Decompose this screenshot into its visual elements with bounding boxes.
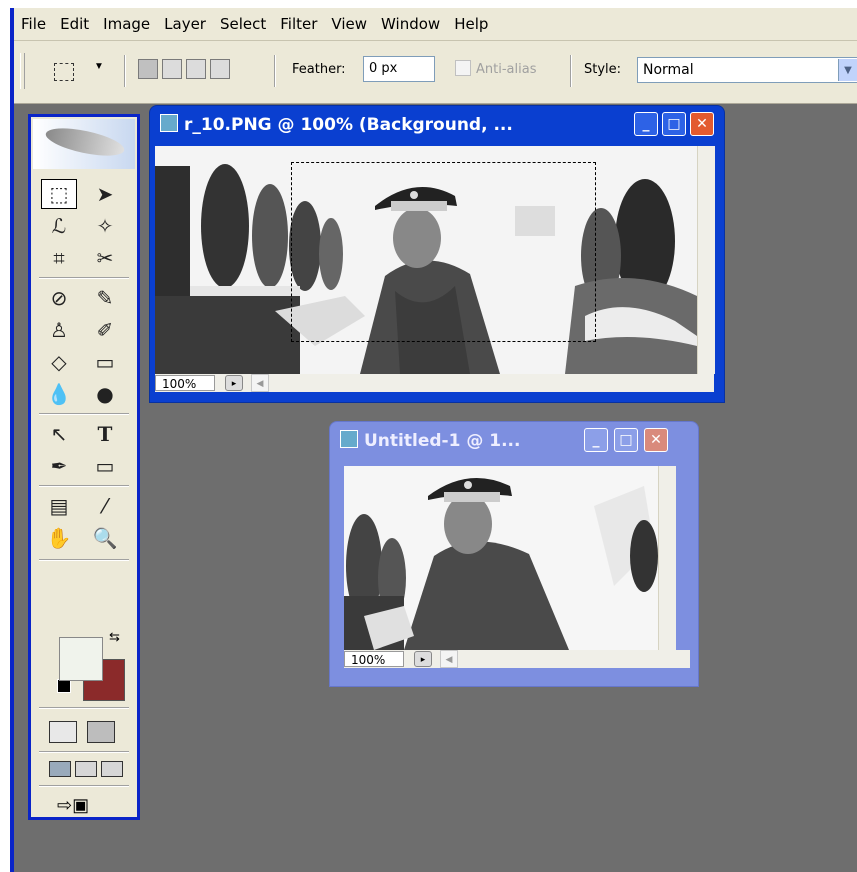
menu-edit[interactable]: Edit [53,15,96,33]
marquee-tool-preset-icon[interactable] [54,63,74,81]
toolbox-separator [39,785,129,787]
style-select-value: Normal [643,62,694,78]
toolbox-separator [39,751,129,753]
type-tool-icon[interactable]: T [87,419,123,449]
marquee-selection[interactable] [291,162,596,342]
zoom-level-field[interactable]: 100% [344,651,404,667]
document-title-bar[interactable]: Untitled-1 @ 1... [340,430,520,451]
document-title: Untitled-1 @ 1... [364,431,521,451]
document-icon [160,114,178,132]
standard-screen-mode-button[interactable] [49,761,71,777]
foreground-color-swatch[interactable] [59,637,103,681]
history-brush-tool-icon[interactable]: ✐ [87,315,123,345]
anti-alias-label: Anti-alias [476,62,537,77]
dodge-tool-icon[interactable]: ● [87,379,123,409]
document-title: r_10.PNG @ 100% (Background, ... [184,115,513,135]
toolbox: ⬚ ➤ ℒ ✧ ⌗ ✂ ⊘ ✎ ♙ ✐ ◇ ▭ 💧 ● ↖ T ✒ ▭ ▤ ⁄ … [28,114,140,820]
menu-image[interactable]: Image [96,15,157,33]
default-colors-icon[interactable] [57,679,71,693]
menu-help[interactable]: Help [447,15,495,33]
standard-mode-button[interactable] [49,721,77,743]
slice-tool-icon[interactable]: ✂ [87,243,123,273]
document-canvas[interactable] [344,466,658,650]
menu-filter[interactable]: Filter [273,15,324,33]
menu-layer[interactable]: Layer [157,15,213,33]
style-select[interactable]: Normal ▼ [637,57,857,83]
vertical-scrollbar[interactable] [658,466,676,650]
hand-tool-icon[interactable]: ✋ [41,523,77,553]
new-selection-mode-button[interactable] [138,59,158,79]
minimize-icon[interactable]: _ [634,112,658,136]
document-icon [340,430,358,448]
eyedropper-tool-icon[interactable]: ⁄ [87,491,123,521]
close-icon[interactable]: ✕ [644,428,668,452]
zoom-level-field[interactable]: 100% [155,375,215,391]
document-status-bar: 100% ▸ ◀ [344,650,690,668]
healing-brush-tool-icon[interactable]: ⊘ [41,283,77,313]
document-status-bar: 100% ▸ ◀ [155,374,714,392]
toolbox-separator [39,485,129,487]
maximize-icon[interactable]: □ [614,428,638,452]
menu-view[interactable]: View [324,15,374,33]
document-window-r10[interactable]: r_10.PNG @ 100% (Background, ... _ □ ✕ 1… [150,106,724,402]
document-title-bar[interactable]: r_10.PNG @ 100% (Background, ... [160,114,513,135]
cropped-photo-image [344,466,658,650]
document-window-untitled[interactable]: Untitled-1 @ 1... _ □ ✕ 100% ▸ ◀ [330,422,698,686]
feather-label: Feather: [292,62,346,77]
toolbox-separator [39,707,129,709]
notes-tool-icon[interactable]: ▤ [41,491,77,521]
vertical-scrollbar[interactable] [697,146,715,374]
toolbox-separator [39,277,129,279]
scroll-left-icon[interactable]: ◀ [251,374,269,392]
brush-tool-icon[interactable]: ✎ [87,283,123,313]
subtract-selection-mode-button[interactable] [186,59,206,79]
gradient-tool-icon[interactable]: ▭ [87,347,123,377]
tool-preset-dropdown-icon[interactable]: ▼ [94,61,104,72]
scroll-left-icon[interactable]: ◀ [440,650,458,668]
options-bar: ▼ Feather: 0 px Anti-alias Style: Normal… [14,40,857,104]
menu-window[interactable]: Window [374,15,447,33]
add-selection-mode-button[interactable] [162,59,182,79]
close-icon[interactable]: ✕ [690,112,714,136]
menu-file[interactable]: File [14,15,53,33]
photoshop-app: File Edit Image Layer Select Filter View… [10,8,857,872]
menubar: File Edit Image Layer Select Filter View… [14,8,857,40]
quick-mask-mode-button[interactable] [87,721,115,743]
path-selection-tool-icon[interactable]: ↖ [41,419,77,449]
crop-tool-icon[interactable]: ⌗ [41,243,77,273]
toolbox-separator [39,413,129,415]
rectangular-marquee-tool-icon[interactable]: ⬚ [41,179,77,209]
chevron-down-icon[interactable]: ▼ [838,59,857,81]
clone-stamp-tool-icon[interactable]: ♙ [41,315,77,345]
full-screen-menu-mode-button[interactable] [75,761,97,777]
toolbox-header-logo[interactable] [33,119,135,169]
options-bar-grip[interactable] [20,53,25,89]
minimize-icon[interactable]: _ [584,428,608,452]
lasso-tool-icon[interactable]: ℒ [41,211,77,241]
eraser-tool-icon[interactable]: ◇ [41,347,77,377]
zoom-tool-icon[interactable]: 🔍 [87,523,123,553]
jump-to-imageready-icon[interactable]: ⇨▣ [57,795,89,816]
status-info-icon[interactable]: ▸ [225,375,243,391]
pen-tool-icon[interactable]: ✒ [41,451,77,481]
menu-select[interactable]: Select [213,15,273,33]
move-tool-icon[interactable]: ➤ [87,179,123,209]
feather-logo-icon [43,122,127,162]
options-separator [124,55,126,87]
anti-alias-checkbox[interactable] [455,60,471,76]
intersect-selection-mode-button[interactable] [210,59,230,79]
style-label: Style: [584,62,622,77]
rectangle-shape-tool-icon[interactable]: ▭ [87,451,123,481]
maximize-icon[interactable]: □ [662,112,686,136]
document-canvas[interactable] [155,146,697,374]
options-separator [570,55,572,87]
blur-tool-icon[interactable]: 💧 [41,379,77,409]
options-separator [274,55,276,87]
feather-input[interactable]: 0 px [363,56,435,82]
full-screen-mode-button[interactable] [101,761,123,777]
toolbox-separator [39,559,129,561]
magic-wand-tool-icon[interactable]: ✧ [87,211,123,241]
swap-colors-icon[interactable]: ⇆ [109,629,120,645]
status-info-icon[interactable]: ▸ [414,651,432,667]
